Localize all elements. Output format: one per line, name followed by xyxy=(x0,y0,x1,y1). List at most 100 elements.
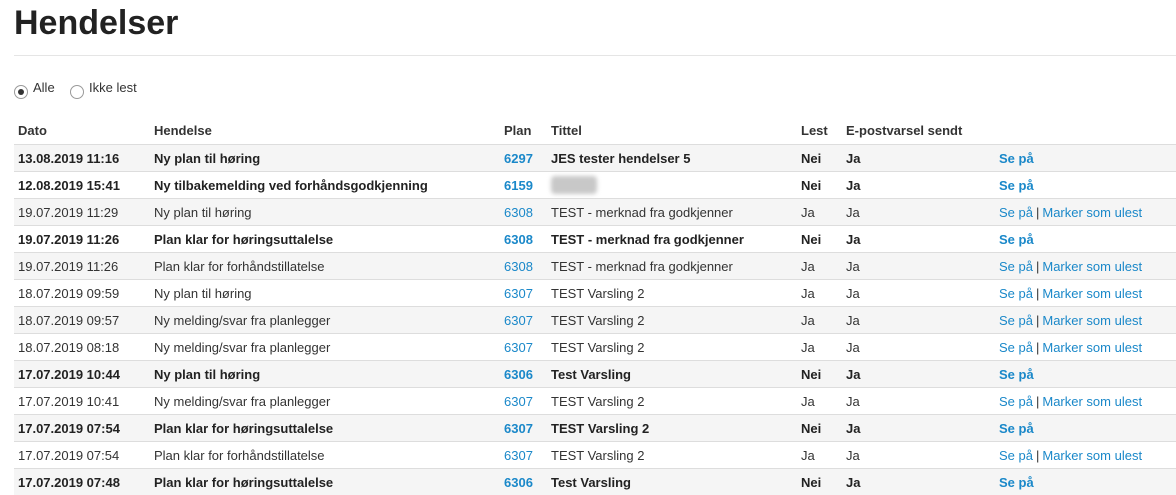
row-actions: Se på xyxy=(995,415,1176,442)
plan-cell: 6307 xyxy=(500,415,547,442)
action-separator: | xyxy=(1036,286,1039,301)
plan-title: TEST Varsling 2 xyxy=(547,442,797,469)
event-date: 18.07.2019 09:59 xyxy=(14,280,150,307)
plan-cell: 6308 xyxy=(500,253,547,280)
plan-link[interactable]: 6306 xyxy=(504,367,533,382)
event-date: 19.07.2019 11:26 xyxy=(14,253,150,280)
plan-title: TEST - merknad fra godkjenner xyxy=(547,199,797,226)
plan-link[interactable]: 6307 xyxy=(504,448,533,463)
filter-unread-label[interactable]: Ikke lest xyxy=(89,80,137,95)
event-type: Ny tilbakemelding ved forhåndsgodkjennin… xyxy=(150,172,500,199)
event-type: Ny plan til høring xyxy=(150,199,500,226)
plan-title xyxy=(547,172,797,199)
event-date: 17.07.2019 10:41 xyxy=(14,388,150,415)
table-row: 18.07.2019 09:57Ny melding/svar fra plan… xyxy=(14,307,1176,334)
email-sent-status: Ja xyxy=(842,307,995,334)
plan-title: TEST - merknad fra godkjenner xyxy=(547,226,797,253)
row-actions: Se på|Marker som ulest xyxy=(995,280,1176,307)
email-sent-status: Ja xyxy=(842,226,995,253)
filter-unread-option[interactable]: Ikke lest xyxy=(70,80,137,99)
email-sent-status: Ja xyxy=(842,253,995,280)
mark-unread-link[interactable]: Marker som ulest xyxy=(1042,259,1142,274)
event-date: 12.08.2019 15:41 xyxy=(14,172,150,199)
plan-cell: 6307 xyxy=(500,280,547,307)
event-type: Plan klar for høringsuttalelse xyxy=(150,226,500,253)
plan-link[interactable]: 6307 xyxy=(504,340,533,355)
mark-unread-link[interactable]: Marker som ulest xyxy=(1042,286,1142,301)
plan-link[interactable]: 6307 xyxy=(504,313,533,328)
event-date: 17.07.2019 10:44 xyxy=(14,361,150,388)
header-plan: Plan xyxy=(500,116,547,145)
view-link[interactable]: Se på xyxy=(999,367,1034,382)
view-link[interactable]: Se på xyxy=(999,340,1033,355)
plan-link[interactable]: 6308 xyxy=(504,232,533,247)
plan-title: TEST Varsling 2 xyxy=(547,334,797,361)
view-link[interactable]: Se på xyxy=(999,205,1033,220)
email-sent-status: Ja xyxy=(842,469,995,495)
mark-unread-link[interactable]: Marker som ulest xyxy=(1042,394,1142,409)
view-link[interactable]: Se på xyxy=(999,313,1033,328)
view-link[interactable]: Se på xyxy=(999,421,1034,436)
row-actions: Se på xyxy=(995,145,1176,172)
plan-cell: 6307 xyxy=(500,442,547,469)
read-status: Nei xyxy=(797,415,842,442)
table-row: 19.07.2019 11:29Ny plan til høring6308TE… xyxy=(14,199,1176,226)
plan-title: TEST Varsling 2 xyxy=(547,415,797,442)
row-actions: Se på xyxy=(995,226,1176,253)
filter-unread-radio-icon[interactable] xyxy=(70,85,84,99)
filter-all-label[interactable]: Alle xyxy=(33,80,55,95)
view-link[interactable]: Se på xyxy=(999,259,1033,274)
plan-title: Test Varsling xyxy=(547,361,797,388)
plan-link[interactable]: 6308 xyxy=(504,259,533,274)
event-type: Ny plan til høring xyxy=(150,145,500,172)
email-sent-status: Ja xyxy=(842,361,995,388)
plan-link[interactable]: 6297 xyxy=(504,151,533,166)
row-actions: Se på xyxy=(995,469,1176,495)
view-link[interactable]: Se på xyxy=(999,448,1033,463)
title-divider xyxy=(14,55,1176,56)
row-actions: Se på xyxy=(995,172,1176,199)
plan-title: Test Varsling xyxy=(547,469,797,495)
plan-link[interactable]: 6307 xyxy=(504,421,533,436)
email-sent-status: Ja xyxy=(842,145,995,172)
event-date: 19.07.2019 11:26 xyxy=(14,226,150,253)
view-link[interactable]: Se på xyxy=(999,232,1034,247)
table-row: 19.07.2019 11:26Plan klar for høringsutt… xyxy=(14,226,1176,253)
row-actions: Se på|Marker som ulest xyxy=(995,307,1176,334)
view-link[interactable]: Se på xyxy=(999,178,1034,193)
event-type: Ny plan til høring xyxy=(150,361,500,388)
action-separator: | xyxy=(1036,205,1039,220)
plan-link[interactable]: 6308 xyxy=(504,205,533,220)
mark-unread-link[interactable]: Marker som ulest xyxy=(1042,205,1142,220)
read-status: Ja xyxy=(797,388,842,415)
mark-unread-link[interactable]: Marker som ulest xyxy=(1042,448,1142,463)
plan-link[interactable]: 6159 xyxy=(504,178,533,193)
read-status: Ja xyxy=(797,307,842,334)
filter-all-option[interactable]: Alle xyxy=(14,80,55,99)
mark-unread-link[interactable]: Marker som ulest xyxy=(1042,313,1142,328)
plan-link[interactable]: 6306 xyxy=(504,475,533,490)
event-type: Plan klar for forhåndstillatelse xyxy=(150,253,500,280)
plan-link[interactable]: 6307 xyxy=(504,394,533,409)
plan-title: JES tester hendelser 5 xyxy=(547,145,797,172)
events-table: Dato Hendelse Plan Tittel Lest E-postvar… xyxy=(14,116,1176,495)
event-date: 18.07.2019 08:18 xyxy=(14,334,150,361)
view-link[interactable]: Se på xyxy=(999,286,1033,301)
event-type: Ny plan til høring xyxy=(150,280,500,307)
event-date: 17.07.2019 07:48 xyxy=(14,469,150,495)
view-link[interactable]: Se på xyxy=(999,394,1033,409)
plan-title: TEST Varsling 2 xyxy=(547,280,797,307)
event-type: Plan klar for høringsuttalelse xyxy=(150,415,500,442)
view-link[interactable]: Se på xyxy=(999,151,1034,166)
event-date: 17.07.2019 07:54 xyxy=(14,415,150,442)
mark-unread-link[interactable]: Marker som ulest xyxy=(1042,340,1142,355)
plan-link[interactable]: 6307 xyxy=(504,286,533,301)
read-status: Nei xyxy=(797,145,842,172)
plan-cell: 6159 xyxy=(500,172,547,199)
action-separator: | xyxy=(1036,259,1039,274)
table-row: 12.08.2019 15:41Ny tilbakemelding ved fo… xyxy=(14,172,1176,199)
row-actions: Se på|Marker som ulest xyxy=(995,253,1176,280)
filter-all-radio-icon[interactable] xyxy=(14,85,28,99)
view-link[interactable]: Se på xyxy=(999,475,1034,490)
read-status: Ja xyxy=(797,253,842,280)
